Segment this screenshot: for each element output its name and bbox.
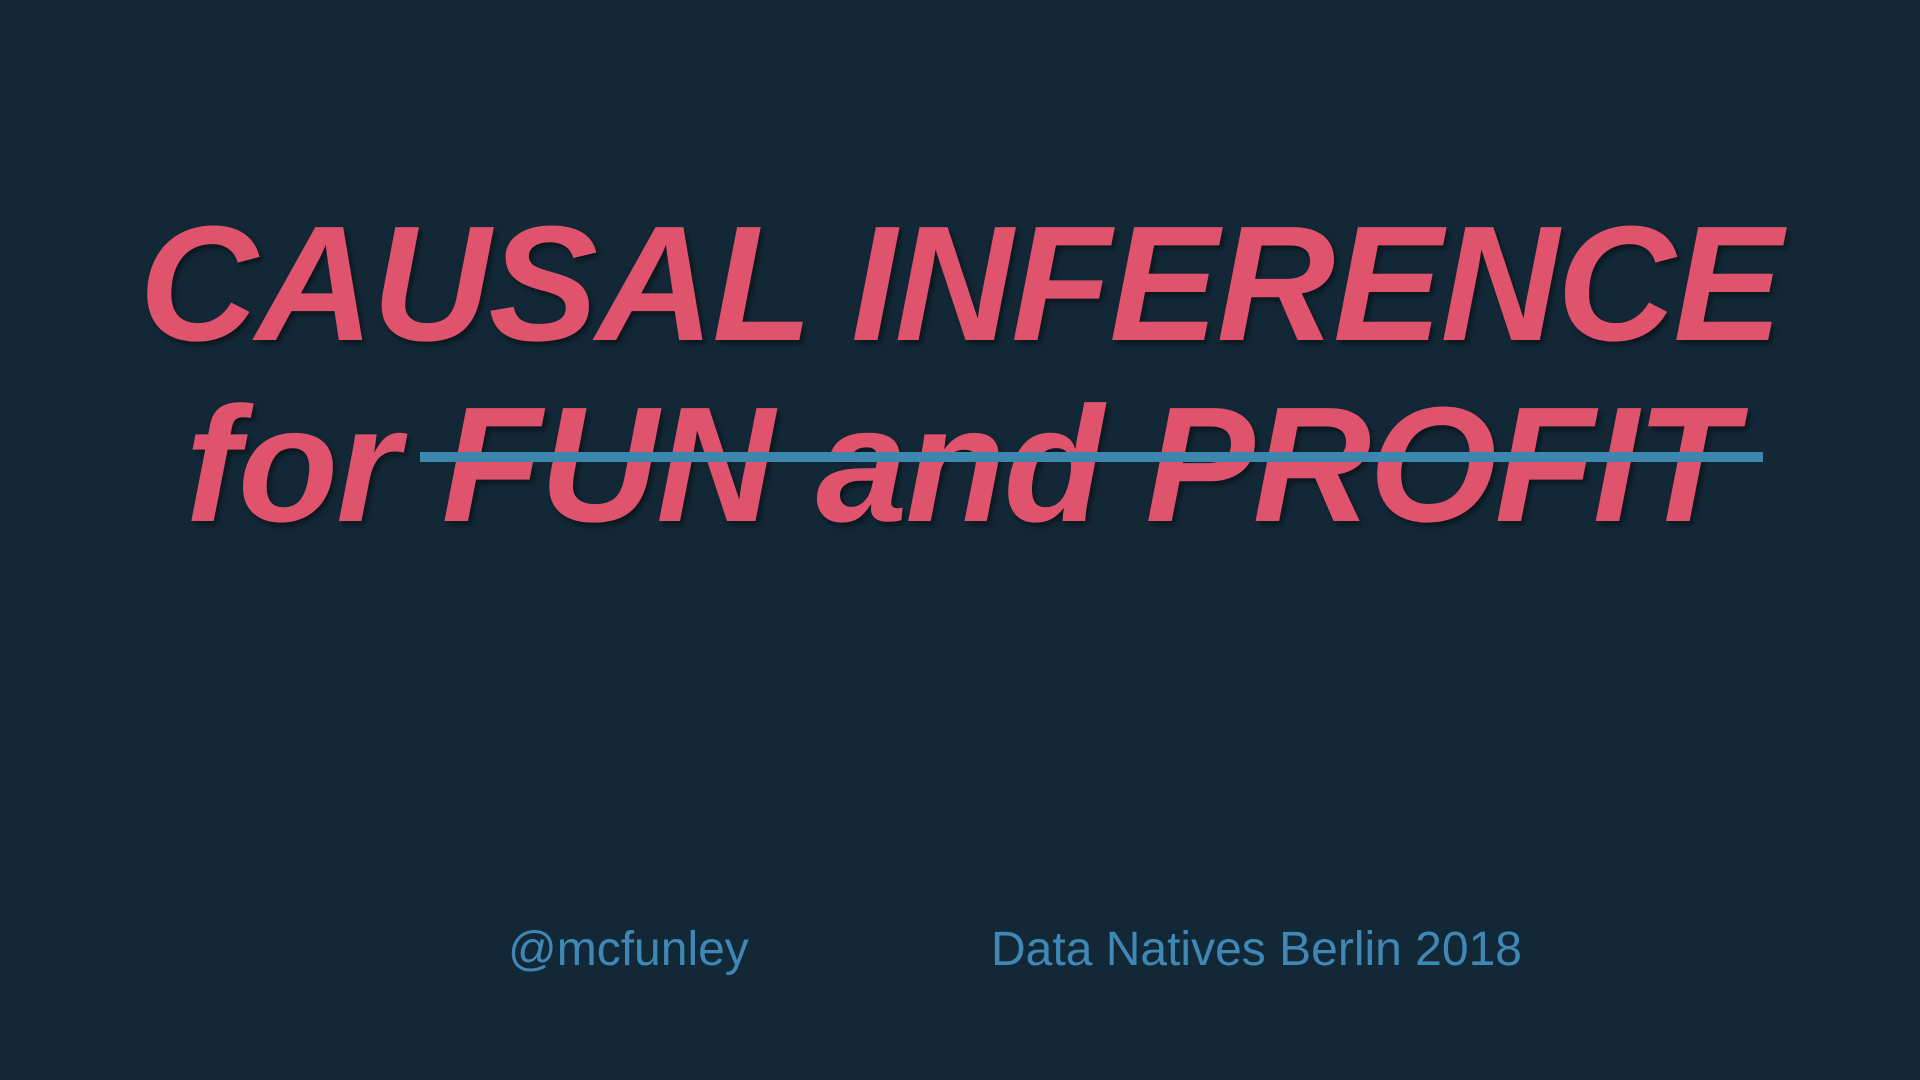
title-line-1: CAUSAL INFERENCE bbox=[139, 192, 1783, 375]
event-name: Data Natives Berlin 2018 bbox=[991, 923, 1522, 976]
title-line-2: for FUN and PROFIT bbox=[0, 375, 1920, 555]
title-prefix: for bbox=[185, 373, 400, 556]
strikethrough-line bbox=[419, 452, 1763, 462]
title-slide: CAUSAL INFERENCE for FUN and PROFIT @mcf… bbox=[0, 0, 1920, 1080]
struck-phrase-text: FUN and PROFIT bbox=[441, 373, 1737, 556]
struck-phrase: FUN and PROFIT bbox=[419, 373, 1763, 556]
author-handle: @mcfunley bbox=[508, 923, 749, 976]
